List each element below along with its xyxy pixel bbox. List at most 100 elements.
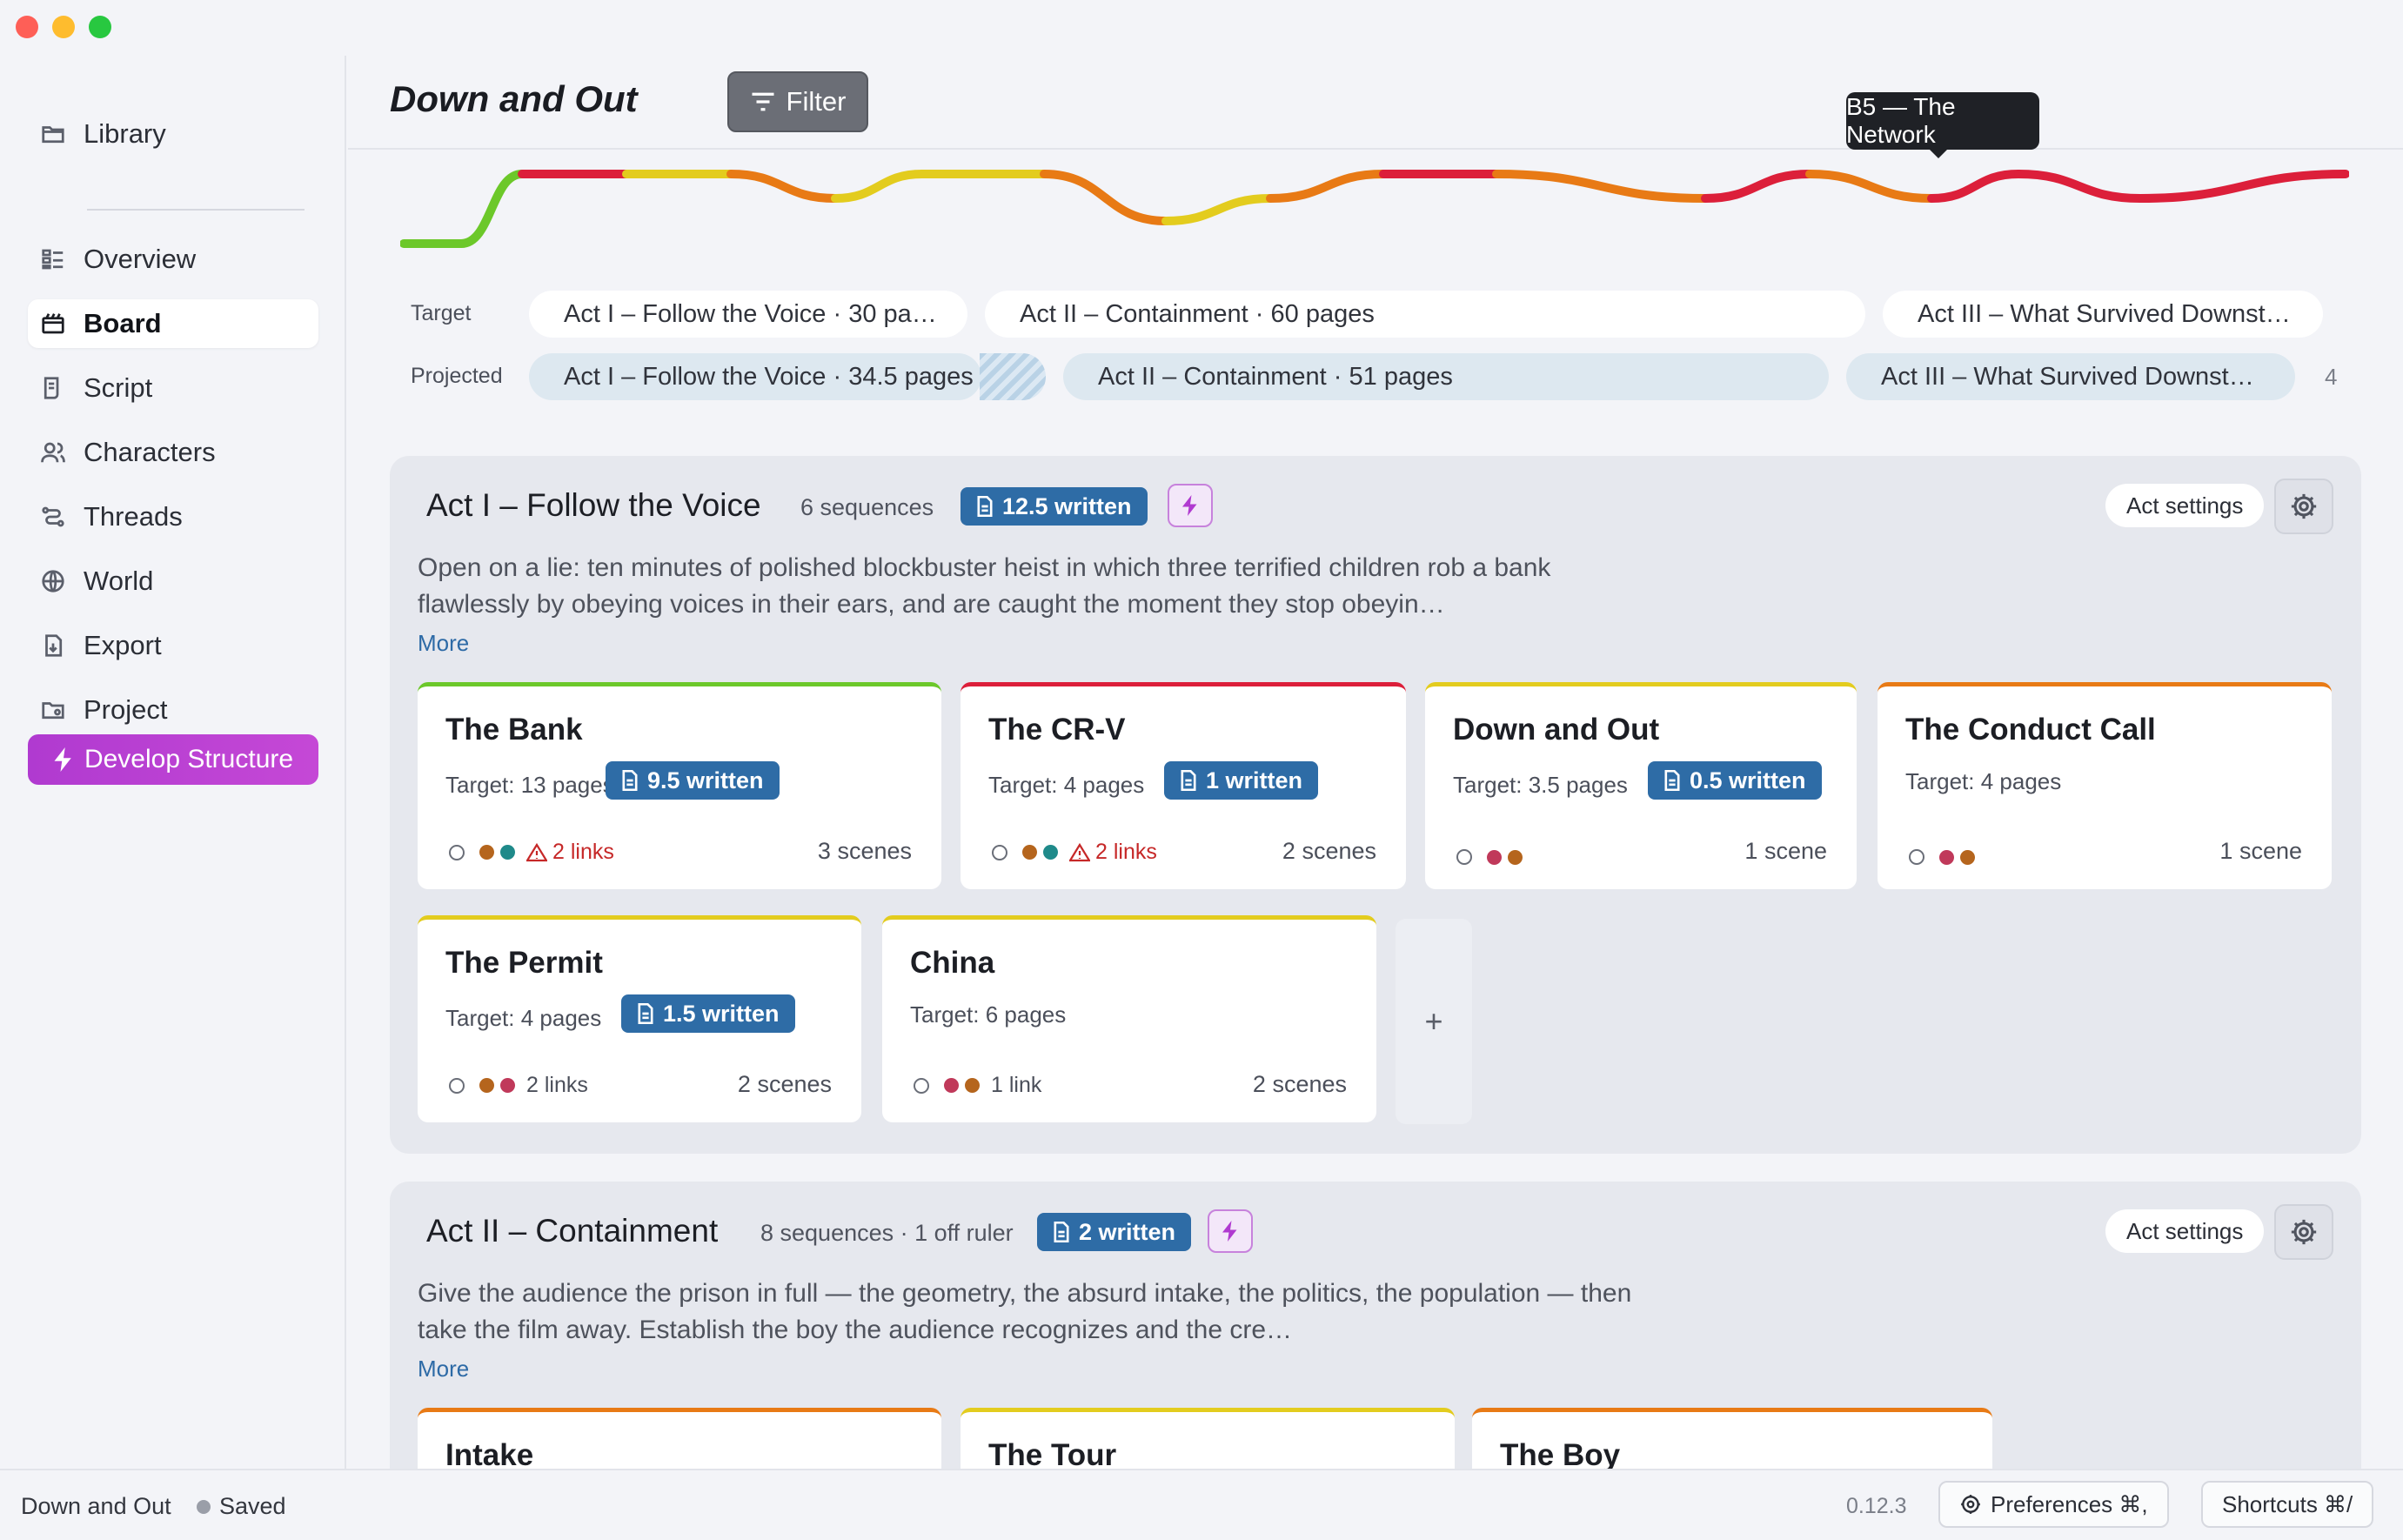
links-warning[interactable]: 2 links <box>526 840 614 865</box>
tension-segment-11[interactable] <box>1492 170 1710 203</box>
status-ring-icon[interactable] <box>1909 849 1924 865</box>
links-count[interactable]: 1 link <box>991 1073 1041 1098</box>
bolt-icon <box>54 747 71 772</box>
status-ring-icon[interactable] <box>449 844 465 860</box>
card-target: Target: 4 pages <box>445 1005 602 1031</box>
act-settings-button[interactable]: Act settings <box>2105 1209 2265 1253</box>
sidebar-item-script[interactable]: Script <box>28 364 318 412</box>
sidebar-item-label: World <box>84 566 154 596</box>
tension-segment-7[interactable] <box>1040 170 1170 225</box>
overview-icon <box>42 249 64 270</box>
card-title: China <box>910 946 995 980</box>
act-title[interactable]: Act II – Containment <box>426 1213 718 1249</box>
sidebar-item-export[interactable]: Export <box>28 621 318 670</box>
filter-button[interactable]: Filter <box>727 71 868 132</box>
tension-segment-8[interactable] <box>1161 194 1275 225</box>
tension-segment-13[interactable] <box>1805 170 1936 203</box>
target-row-label: Target <box>411 301 472 325</box>
export-icon <box>45 634 63 657</box>
card-written-badge: 1.5 written <box>621 994 795 1033</box>
sequence-card[interactable]: China Target: 6 pages 1 link 2 scenes <box>882 915 1376 1122</box>
app-version: 0.12.3 <box>1846 1494 1907 1518</box>
sequence-card[interactable]: The Conduct Call Target: 4 pages 1 scene <box>1878 682 2332 889</box>
tension-segment-16[interactable] <box>2136 170 2349 203</box>
save-status: Saved <box>197 1493 286 1520</box>
act-develop-button[interactable] <box>1168 484 1213 527</box>
thread-dot <box>479 845 494 860</box>
thread-dot <box>1939 849 1954 865</box>
sequence-card[interactable]: Down and Out Target: 3.5 pages 0.5 writt… <box>1425 682 1857 889</box>
status-project-name: Down and Out <box>21 1493 171 1519</box>
thread-dot <box>500 1078 515 1093</box>
tension-segment-12[interactable] <box>1701 170 1814 203</box>
act-gear-button[interactable] <box>2274 479 2333 534</box>
card-target: Target: 13 pages <box>445 772 614 798</box>
document-icon <box>1664 770 1680 791</box>
shortcuts-button[interactable]: Shortcuts ⌘/ <box>2201 1481 2374 1528</box>
card-title: The Permit <box>445 946 603 980</box>
characters-icon <box>41 442 65 463</box>
target-pill-act-3[interactable]: Act III – What Survived Downst… <box>1883 291 2323 338</box>
globe-icon <box>42 570 64 593</box>
gear-icon <box>2291 1219 2317 1245</box>
tension-segment-14[interactable] <box>1927 170 2023 203</box>
projected-pill-act-1[interactable]: Act I – Follow the Voice · 34.5 pages (… <box>529 353 981 400</box>
close-window-button[interactable] <box>16 16 38 38</box>
tension-curve[interactable] <box>400 157 2349 261</box>
projected-pill-act-2[interactable]: Act II – Containment · 51 pages <box>1063 353 1829 400</box>
sequence-card[interactable]: The Permit Target: 4 pages 1.5 written 2… <box>418 915 861 1122</box>
add-sequence-button[interactable]: + <box>1396 919 1472 1124</box>
sidebar-item-board[interactable]: Board <box>28 299 318 348</box>
card-title: The Conduct Call <box>1905 713 2156 747</box>
target-pill-act-2[interactable]: Act II – Containment · 60 pages <box>985 291 1865 338</box>
status-ring-icon[interactable] <box>449 1077 465 1094</box>
filter-icon <box>752 92 774 111</box>
status-ring-icon[interactable] <box>914 1077 929 1094</box>
status-ring-icon[interactable] <box>1456 849 1472 865</box>
tension-segment-15[interactable] <box>2014 170 2145 203</box>
tension-segment-1[interactable] <box>457 170 526 248</box>
act-develop-button[interactable] <box>1208 1209 1253 1253</box>
status-bar: Down and Out Saved 0.12.3 Preferences ⌘,… <box>0 1469 2403 1540</box>
card-scenes: 1 scene <box>2219 838 2302 864</box>
card-footer <box>1909 849 1975 865</box>
sequence-card[interactable]: The Bank Target: 13 pages 9.5 written 2 … <box>418 682 941 889</box>
saved-dot-icon <box>197 1499 211 1514</box>
links-warning[interactable]: 2 links <box>1069 840 1157 865</box>
links-count[interactable]: 2 links <box>526 1073 588 1098</box>
sidebar-item-overview[interactable]: Overview <box>28 235 318 284</box>
sidebar-item-threads[interactable]: Threads <box>28 492 318 541</box>
tension-segment-5[interactable] <box>831 170 927 203</box>
projected-overflow-hatch <box>980 353 1046 400</box>
document-icon <box>622 770 638 791</box>
sidebar-item-project[interactable]: Project <box>28 686 318 734</box>
target-pill-act-1[interactable]: Act I – Follow the Voice · 30 pa… <box>529 291 967 338</box>
card-footer: 1 link <box>914 1073 1041 1098</box>
sequence-card[interactable]: The CR-V Target: 4 pages 1 written 2 lin… <box>961 682 1406 889</box>
page-title: Down and Out <box>390 78 638 119</box>
tension-segment-9[interactable] <box>1266 170 1388 203</box>
develop-structure-button[interactable]: Develop Structure <box>28 734 318 785</box>
maximize-window-button[interactable] <box>89 16 111 38</box>
projected-count: 4 <box>2325 364 2338 390</box>
card-written-badge: 0.5 written <box>1648 761 1822 800</box>
act-more-link[interactable]: More <box>418 1356 469 1383</box>
tension-segment-4[interactable] <box>726 170 840 203</box>
projected-pill-act-3[interactable]: Act III – What Survived Downst… <box>1846 353 2295 400</box>
act-settings-button[interactable]: Act settings <box>2105 484 2265 527</box>
preferences-button[interactable]: Preferences ⌘, <box>1938 1481 2169 1528</box>
sidebar-item-library[interactable]: Library <box>28 110 318 158</box>
act-gear-button[interactable] <box>2274 1204 2333 1260</box>
status-ring-icon[interactable] <box>992 844 1007 860</box>
act-title[interactable]: Act I – Follow the Voice <box>426 487 761 524</box>
card-target: Target: 3.5 pages <box>1453 772 1628 798</box>
sidebar-item-label: Project <box>84 694 168 725</box>
act-more-link[interactable]: More <box>418 630 469 657</box>
sidebar-item-characters[interactable]: Characters <box>28 428 318 477</box>
minimize-window-button[interactable] <box>52 16 75 38</box>
act-meta: 8 sequences · 1 off ruler <box>760 1220 1014 1246</box>
sidebar-item-label: Threads <box>84 501 183 532</box>
sidebar-item-world[interactable]: World <box>28 557 318 606</box>
card-target: Target: 4 pages <box>988 772 1145 798</box>
card-footer: 2 links <box>449 840 614 865</box>
